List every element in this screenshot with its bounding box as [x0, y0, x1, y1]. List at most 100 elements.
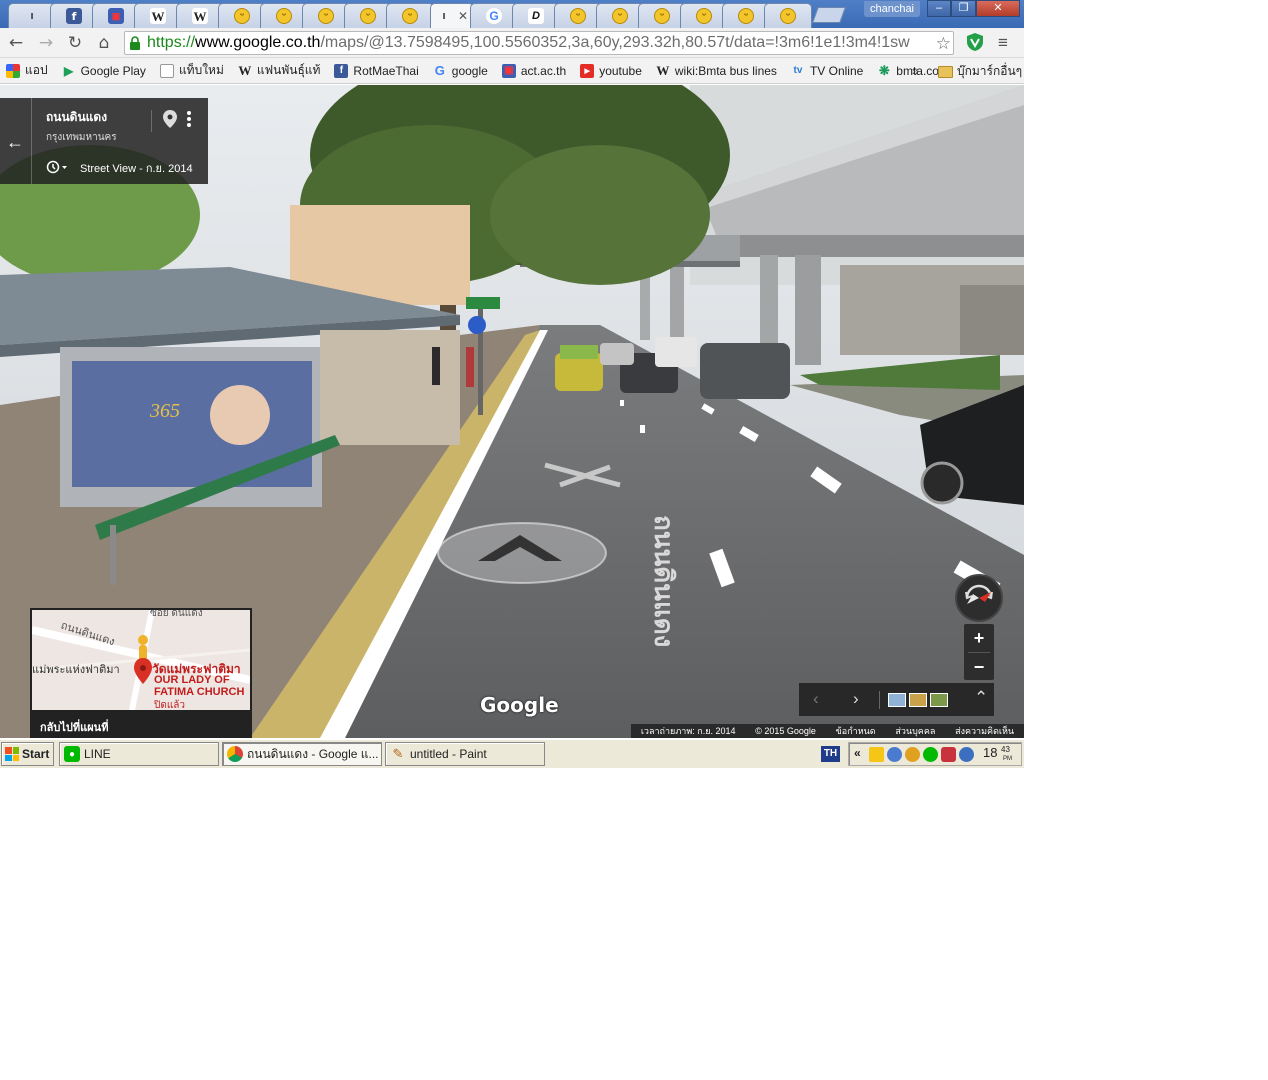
forward-button[interactable]: →	[35, 33, 57, 53]
youtube-icon: ▶	[580, 63, 595, 78]
terms-link[interactable]: ข้อกำหนด	[836, 724, 876, 738]
bookmark-star-icon[interactable]: ☆	[936, 34, 951, 54]
zoom-in-button[interactable]: +	[964, 624, 994, 652]
tab[interactable]: W	[134, 3, 182, 28]
tab[interactable]: ᵕ	[302, 3, 350, 28]
tab[interactable]: G	[470, 3, 518, 28]
feedback-link[interactable]: ส่งความคิดเห็น	[955, 724, 1014, 738]
bookmark-label: wiki:Bmta bus lines	[674, 63, 777, 78]
taskbar-item-chrome[interactable]: ถนนดินแดง - Google แ...	[222, 742, 382, 766]
more-options-icon[interactable]	[186, 110, 194, 128]
apps-grid-icon	[6, 63, 20, 78]
map-pin-icon[interactable]	[163, 110, 177, 128]
google-icon: G	[486, 8, 502, 24]
browser-window: ı f ▣ W W ᵕ ᵕ ᵕ ᵕ ᵕ ı ✕ G D ᵕ ᵕ ᵕ ᵕ ᵕ ᵕ c…	[0, 0, 1024, 740]
url-host: www.google.co.th	[195, 34, 321, 51]
bmta-icon: ❋	[878, 62, 890, 78]
street-view-date[interactable]: Street View - ก.ย. 2014	[80, 159, 193, 177]
windows-logo-icon	[5, 747, 19, 761]
bookmark-google[interactable]: Ggoogle	[433, 63, 488, 78]
back-button[interactable]: ←	[5, 33, 27, 53]
tab[interactable]: ᵕ	[596, 3, 644, 28]
photo-thumbnail[interactable]	[888, 693, 906, 707]
tab[interactable]: D	[512, 3, 560, 28]
tab[interactable]: ᵕ	[344, 3, 392, 28]
tab[interactable]: ᵕ	[764, 3, 812, 28]
tab-active[interactable]: ı ✕	[430, 3, 474, 28]
start-label: Start	[22, 747, 50, 761]
bookmark-new-tab[interactable]: แท็บใหม่	[159, 61, 224, 80]
minimap-place-en: FATIMA CHURCH	[154, 686, 245, 698]
clock-minute: 43	[1001, 745, 1010, 754]
start-button[interactable]: Start	[1, 742, 54, 766]
back-arrow-icon[interactable]: ←	[6, 132, 24, 153]
smiley-icon: ᵕ	[654, 8, 670, 24]
minimap[interactable]: ถนนดินแดง ซอย ดินแดง แม่พระแห่งฟาติมา วั…	[30, 608, 252, 738]
next-photo-button[interactable]: ›	[853, 689, 859, 709]
network-icon[interactable]	[887, 747, 902, 762]
profile-button[interactable]: chanchai	[864, 1, 920, 17]
menu-icon[interactable]: ≡	[998, 33, 1018, 53]
photo-thumbnail[interactable]	[909, 693, 927, 707]
compass-icon[interactable]	[955, 574, 1003, 622]
close-tab-icon[interactable]: ✕	[458, 9, 468, 23]
minimap-map[interactable]: ถนนดินแดง ซอย ดินแดง แม่พระแห่งฟาติมา วั…	[32, 610, 250, 710]
tab[interactable]: W	[176, 3, 224, 28]
back-to-map-label[interactable]: กลับไปที่แผนที่	[40, 718, 108, 736]
photo-thumbnail[interactable]	[930, 693, 948, 707]
tab[interactable]: ı	[8, 3, 56, 28]
tab[interactable]: ᵕ	[386, 3, 434, 28]
minimize-button[interactable]: –	[927, 0, 951, 17]
history-clock-icon[interactable]	[46, 160, 68, 177]
bookmark-act[interactable]: ▣ act.ac.th	[501, 63, 566, 78]
prev-photo-button[interactable]: ‹	[813, 689, 819, 709]
facebook-icon: f	[66, 8, 82, 24]
tab[interactable]: ᵕ	[722, 3, 770, 28]
tab[interactable]: ᵕ	[638, 3, 686, 28]
tab[interactable]: f	[50, 3, 98, 28]
expand-filmstrip-button[interactable]: ⌃	[974, 688, 988, 708]
security-shield-icon[interactable]	[869, 747, 884, 762]
taskbar-item-paint[interactable]: ✎ untitled - Paint	[385, 742, 545, 766]
bookmark-bmta-wiki[interactable]: Wwiki:Bmta bus lines	[656, 63, 777, 78]
tab[interactable]: ᵕ	[554, 3, 602, 28]
smiley-icon: ᵕ	[780, 8, 796, 24]
street-view-panorama[interactable]: ถนนดินแดง 365 ← ถนนดินแดง กรุงเทพมหานคร …	[0, 85, 1024, 738]
close-window-button[interactable]: ✕	[976, 0, 1020, 17]
language-indicator[interactable]: TH	[821, 746, 840, 762]
taskbar: Start ● LINE ถนนดินแดง - Google แ... ✎ u…	[0, 739, 1024, 768]
tab[interactable]: ᵕ	[680, 3, 728, 28]
antivirus-icon[interactable]	[941, 747, 956, 762]
tab[interactable]: ▣	[92, 3, 140, 28]
pegman-icon[interactable]	[132, 632, 154, 687]
shield-extension-icon[interactable]	[966, 32, 984, 52]
smiley-icon: ᵕ	[738, 8, 754, 24]
url-scheme: https://	[147, 34, 196, 51]
bookmarks-more-button[interactable]: »	[912, 64, 919, 78]
users-icon[interactable]	[905, 747, 920, 762]
bookmark-rotmaethai[interactable]: f RotMaeThai	[334, 63, 419, 78]
zoom-out-button[interactable]: −	[964, 653, 994, 681]
bookmark-tv-online[interactable]: tv TV Online	[791, 64, 863, 78]
bookmark-label: RotMaeThai	[353, 63, 419, 78]
smiley-icon: ᵕ	[696, 8, 712, 24]
tray-expand-button[interactable]: «	[854, 746, 861, 760]
restore-button[interactable]: ❐	[951, 0, 976, 17]
bookmark-apps[interactable]: แอป	[6, 61, 48, 80]
bookmark-label: youtube	[599, 63, 642, 78]
line-tray-icon[interactable]	[923, 747, 938, 762]
bookmark-fan[interactable]: W แฟนพันธุ์แท้	[238, 61, 320, 80]
privacy-link[interactable]: ส่วนบุคคล	[895, 724, 935, 738]
taskbar-item-line[interactable]: ● LINE	[59, 742, 219, 766]
tab[interactable]: ᵕ	[218, 3, 266, 28]
address-bar[interactable]: https://www.google.co.th/maps/@13.759849…	[124, 31, 954, 55]
bookmark-label: Google Play	[80, 63, 146, 78]
bookmark-youtube[interactable]: ▶ youtube	[580, 63, 642, 78]
other-bookmarks-folder[interactable]: บุ๊กมาร์กอื่นๆ	[938, 62, 1022, 81]
home-button[interactable]: ⌂	[93, 33, 115, 53]
tab[interactable]: ᵕ	[260, 3, 308, 28]
update-icon[interactable]	[959, 747, 974, 762]
reload-button[interactable]: ↻	[64, 33, 86, 53]
new-tab-button[interactable]	[812, 7, 846, 23]
bookmark-google-play[interactable]: ▶ Google Play	[62, 64, 146, 78]
